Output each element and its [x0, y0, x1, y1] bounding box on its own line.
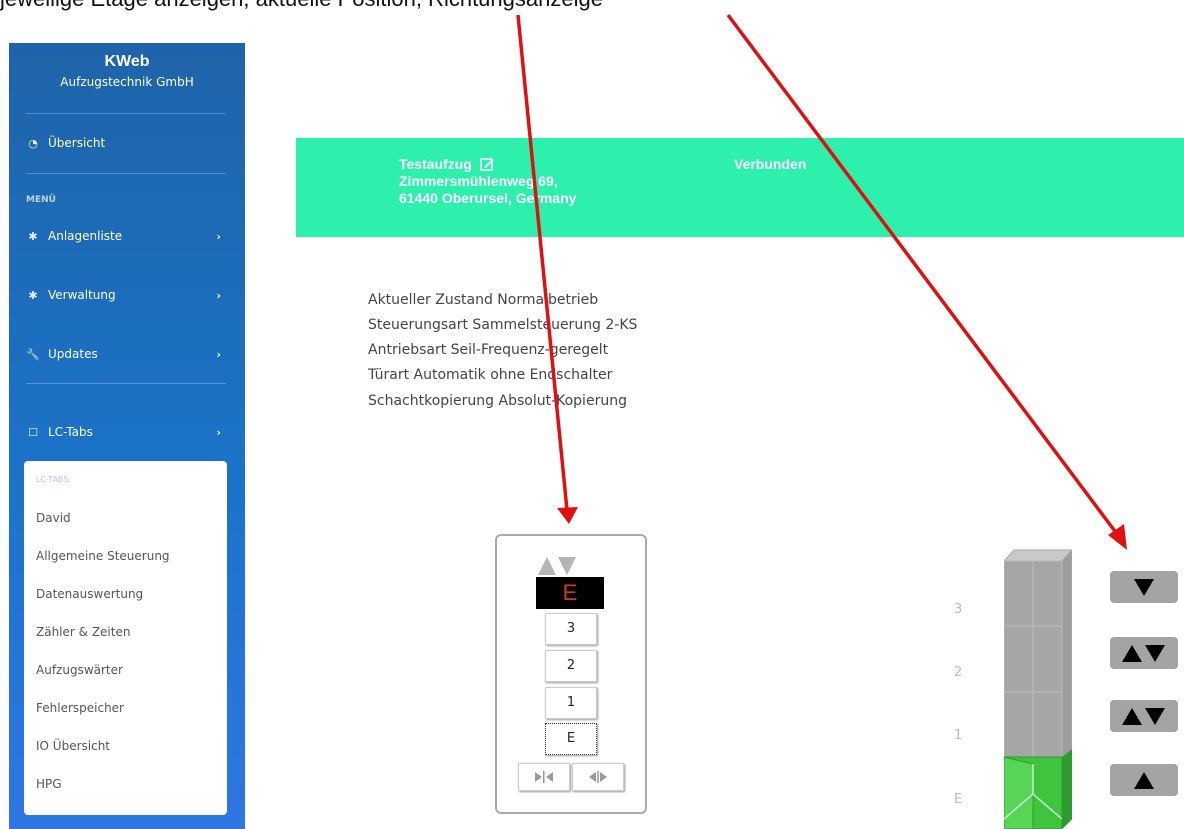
chevron-right-icon: ›	[216, 347, 221, 361]
brand: KWeb Aufzugstechnik GmbH	[9, 53, 245, 89]
nav-item-lc-tabs[interactable]: ☐ LC-Tabs ›	[9, 417, 245, 447]
floor-button-3[interactable]: 3	[545, 613, 597, 645]
dashboard-icon: ◔	[28, 136, 38, 150]
nav-item-updates[interactable]: 🔧 Updates ›	[9, 339, 245, 369]
door-close-button[interactable]	[518, 763, 570, 791]
arrow-up-icon	[1134, 772, 1154, 789]
submenu-item-allgemeine-steuerung[interactable]: Allgemeine Steuerung	[36, 549, 170, 563]
brand-name: KWeb	[104, 53, 150, 70]
shaft-floor-label-2: 2	[954, 665, 963, 680]
chevron-right-icon: ›	[216, 288, 221, 302]
wrench-icon: 🔧	[26, 347, 40, 361]
call-button-floor-2[interactable]	[1110, 637, 1178, 669]
info-current-state: Aktueller Zustand Normalbetrieb	[368, 292, 599, 308]
lc-tabs-submenu: LC-TABS: David Allgemeine Steuerung Date…	[24, 461, 227, 815]
elevator-name: Testaufzug	[399, 156, 472, 172]
call-button-floor-1[interactable]	[1110, 700, 1178, 732]
submenu-header: LC-TABS:	[36, 475, 72, 484]
submenu-item-david[interactable]: David	[36, 511, 71, 525]
brand-subtitle: Aufzugstechnik GmbH	[60, 75, 194, 89]
elevator-name-row: Testaufzug	[399, 156, 494, 172]
nav-item-label: LC-Tabs	[48, 425, 93, 439]
nav-item-anlagenliste[interactable]: ✱ Anlagenliste ›	[9, 221, 245, 251]
divider	[26, 113, 226, 114]
door-close-icon	[535, 771, 553, 783]
submenu-item-aufzugswaerter[interactable]: Aufzugswärter	[36, 663, 123, 677]
annotation-caption: jeweilige Etage anzeigen, aktuelle Posit…	[0, 0, 603, 12]
arrow-up-down-icon	[1122, 645, 1165, 662]
connection-status: Verbunden	[734, 156, 807, 172]
sidebar: KWeb Aufzugstechnik GmbH ◔ Übersicht MEN…	[9, 43, 245, 829]
submenu-item-fehlerspeicher[interactable]: Fehlerspeicher	[36, 701, 124, 715]
nav-item-overview[interactable]: ◔ Übersicht	[9, 128, 245, 158]
elevator-header-banner: Testaufzug Zimmersmühlenweg 69, 61440 Ob…	[296, 138, 1184, 237]
menu-section-label: MENÜ	[26, 195, 56, 205]
submenu-item-zaehler-zeiten[interactable]: Zähler & Zeiten	[36, 625, 130, 639]
tabs-icon: ☐	[28, 425, 38, 439]
arrow-up-down-icon	[1122, 708, 1165, 725]
arrow-down-icon	[1134, 579, 1154, 596]
chevron-right-icon: ›	[216, 229, 221, 243]
door-open-button[interactable]	[572, 763, 624, 791]
shaft-floor-label-1: 1	[954, 728, 963, 743]
floor-button-2[interactable]: 2	[545, 650, 597, 682]
floor-button-1[interactable]: 1	[545, 687, 597, 719]
info-drive-type: Antriebsart Seil-Frequenz-geregelt	[368, 342, 609, 358]
floor-button-e[interactable]: E	[545, 723, 597, 755]
elevator-shaft-graphic	[1004, 549, 1072, 829]
nav-item-label: Verwaltung	[48, 288, 116, 302]
nav-item-label: Anlagenliste	[48, 229, 123, 243]
car-operating-panel: E 3 2 1 E	[495, 534, 647, 814]
door-open-icon	[589, 771, 607, 783]
shaft-floor-label-e: E	[954, 792, 963, 807]
direction-arrows-icon	[538, 557, 576, 575]
address-city: 61440 Oberursel, Germany	[399, 190, 577, 206]
submenu-item-datenauswertung[interactable]: Datenauswertung	[36, 587, 143, 601]
call-button-floor-e[interactable]	[1110, 764, 1178, 796]
floor-position-display: E	[536, 577, 604, 609]
info-control-type: Steuerungsart Sammelsteuerung 2-KS	[368, 317, 638, 333]
info-door-type: Türart Automatik ohne Endschalter	[368, 367, 613, 383]
chevron-right-icon: ›	[216, 425, 221, 439]
gear-icon: ✱	[28, 229, 38, 243]
nav-item-label: Updates	[48, 347, 98, 361]
gear-icon: ✱	[28, 288, 38, 302]
shaft-floor-label-3: 3	[954, 602, 963, 617]
submenu-item-io-uebersicht[interactable]: IO Übersicht	[36, 739, 110, 753]
divider	[26, 173, 226, 174]
nav-item-label: Übersicht	[48, 136, 106, 150]
call-button-floor-3[interactable]	[1110, 571, 1178, 603]
info-shaft-copying: Schachtkopierung Absolut-Kopierung	[368, 393, 627, 409]
submenu-item-hpg[interactable]: HPG	[36, 777, 62, 791]
nav-item-verwaltung[interactable]: ✱ Verwaltung ›	[9, 280, 245, 310]
divider	[26, 383, 226, 384]
address-street: Zimmersmühlenweg 69,	[399, 173, 558, 189]
edit-icon[interactable]	[479, 157, 494, 171]
